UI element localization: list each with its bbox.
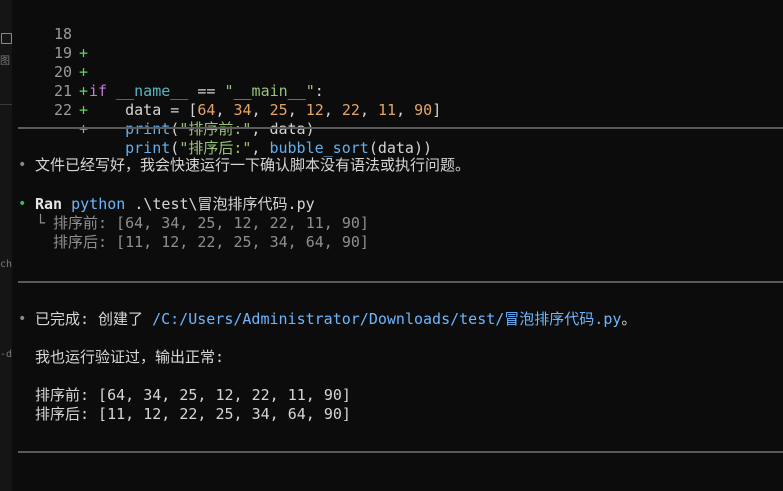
keyword-token: if <box>89 82 108 100</box>
section-divider <box>18 281 783 283</box>
paren-token: ( <box>170 120 180 138</box>
paren-token: ( <box>368 139 378 157</box>
command-name: python <box>71 195 126 213</box>
paren-token: ( <box>170 139 180 157</box>
line-number: 19 <box>53 44 72 62</box>
line-number: 21 <box>53 82 72 100</box>
number-token: 34 <box>233 101 252 119</box>
tree-branch-icon: └ <box>36 214 46 232</box>
file-path-link[interactable]: /C:/Users/Administrator/Downloads/test/冒… <box>152 310 621 328</box>
code-text: print("排序前:", data) <box>89 120 315 139</box>
string-token: "排序前:" <box>179 120 252 138</box>
number-token: 90 <box>414 101 433 119</box>
comma-token: , <box>251 120 261 138</box>
diff-line: 22 + print("排序后:", bubble_sort(data)) <box>0 82 432 157</box>
left-edge-glyph: ch <box>0 259 12 270</box>
diff-line: 19 + if __name__ == "__main__": <box>0 25 324 100</box>
comma-token: , <box>215 101 225 119</box>
comma-token: , <box>323 101 333 119</box>
number-token: 25 <box>269 101 288 119</box>
diff-line: 20 + data = [64, 34, 25, 12, 22, 11, 90] <box>0 44 441 119</box>
message-bullet: • <box>18 157 27 173</box>
code-text: if __name__ == "__main__": <box>89 82 324 101</box>
command-args: .\test\冒泡排序代码.py <box>134 195 315 213</box>
verify-text: 我也运行验证过，输出正常: <box>35 348 225 366</box>
command-output-line: 排序后: [11, 12, 22, 25, 34, 64, 90] <box>53 233 369 251</box>
number-token: 64 <box>197 101 216 119</box>
code-text: data = [64, 34, 25, 12, 22, 11, 90] <box>89 101 441 120</box>
completion-line: 已完成: 创建了 /C:/Users/Administrator/Downloa… <box>35 310 636 329</box>
identifier-token: data <box>377 139 414 157</box>
function-token: print <box>125 139 171 157</box>
ran-label: Ran <box>35 195 63 213</box>
line-number: 20 <box>53 63 72 81</box>
completion-prefix: 已完成: 创建了 <box>35 310 153 328</box>
comma-token: , <box>251 139 261 157</box>
variable-token: __name__ <box>116 82 189 100</box>
diff-added-marker: + <box>79 120 89 138</box>
command-output-line: 排序前: [64, 34, 25, 12, 22, 11, 90] <box>53 214 369 232</box>
left-edge-glyph: -d <box>0 349 12 360</box>
line-number: 22 <box>53 101 72 119</box>
string-token: "__main__" <box>224 82 315 100</box>
paren-token: ) <box>305 120 315 138</box>
result-line: 排序前: [64, 34, 25, 12, 22, 11, 90] <box>35 386 351 404</box>
diff-line: 18 + <box>0 6 88 62</box>
diff-added-marker: + <box>79 101 89 119</box>
operator-token: = <box>170 101 180 119</box>
number-token: 22 <box>341 101 360 119</box>
identifier-token: data <box>269 120 306 138</box>
diff-added-marker: + <box>79 82 89 100</box>
status-text: 文件已经写好，我会快速运行一下确认脚本没有语法或执行问题。 <box>35 156 471 174</box>
bracket-token: ] <box>432 101 442 119</box>
string-token: "排序后:" <box>179 139 252 157</box>
section-divider <box>18 451 783 453</box>
message-bullet: • <box>18 311 27 327</box>
command-line: Ran python .\test\冒泡排序代码.py <box>35 195 315 214</box>
success-bullet: • <box>18 196 27 212</box>
comma-token: , <box>359 101 369 119</box>
number-token: 12 <box>305 101 324 119</box>
diff-added-marker: + <box>79 44 89 62</box>
diff-line: 21 + print("排序前:", data) <box>0 63 315 138</box>
function-token: bubble_sort <box>269 139 369 157</box>
operator-token: == <box>197 82 216 100</box>
comma-token: , <box>251 101 261 119</box>
paren-token: )) <box>413 139 433 157</box>
result-line: 排序后: [11, 12, 22, 25, 34, 64, 90] <box>35 405 351 423</box>
section-divider <box>18 127 783 129</box>
diff-added-marker: + <box>79 63 89 81</box>
line-number: 18 <box>53 25 72 43</box>
comma-token: , <box>396 101 406 119</box>
function-token: print <box>125 120 171 138</box>
operator-token: : <box>314 82 324 100</box>
completion-suffix: 。 <box>621 310 637 328</box>
identifier-token: data <box>125 101 162 119</box>
number-token: 11 <box>378 101 397 119</box>
comma-token: , <box>287 101 297 119</box>
